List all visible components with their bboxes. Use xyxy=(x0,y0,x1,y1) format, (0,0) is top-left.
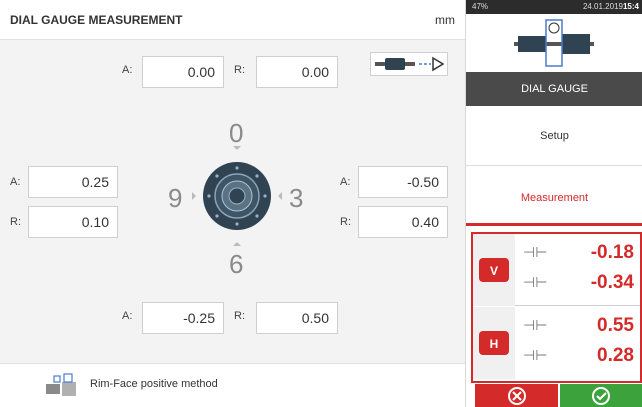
horizontal-offset: 0.28 xyxy=(597,345,634,366)
left-r-label: R: xyxy=(10,216,21,228)
method-label: Rim-Face positive method xyxy=(90,378,218,390)
close-icon xyxy=(508,387,526,405)
offset-icon: ⊣⊢ xyxy=(523,347,548,363)
top-r-label: R: xyxy=(234,64,245,76)
confirm-button[interactable] xyxy=(560,384,642,407)
right-r-value[interactable]: 0.40 xyxy=(358,206,448,238)
right-sidebar: 47% 24.01.201915:4 DIAL GAUGE Setup Meas… xyxy=(465,0,642,407)
top-r-value[interactable]: 0.00 xyxy=(256,56,338,88)
measurement-tab[interactable]: Measurement xyxy=(466,183,642,213)
setup-button[interactable]: Setup xyxy=(466,106,642,166)
position-3: 3 xyxy=(289,183,304,213)
dial-gauge-mode[interactable]: DIAL GAUGE xyxy=(466,72,642,106)
check-icon xyxy=(592,387,610,405)
angularity-icon: ⊣⊢ xyxy=(523,244,548,260)
svg-text:H: H xyxy=(490,337,499,351)
right-a-value[interactable]: -0.50 xyxy=(358,166,448,198)
battery-level: 47% xyxy=(472,2,489,11)
svg-text:V: V xyxy=(490,264,498,278)
left-a-value[interactable]: 0.25 xyxy=(28,166,118,198)
horizontal-result-row: H ⊣⊢ 0.55 ⊣⊢ 0.28 xyxy=(473,307,640,379)
page-title: DIAL GAUGE MEASUREMENT xyxy=(10,13,183,27)
bottom-r-label: R: xyxy=(234,310,245,322)
right-a-label: A: xyxy=(340,176,351,188)
status-time: 15:4 xyxy=(622,2,639,11)
method-footer[interactable]: Rim-Face positive method xyxy=(0,363,465,407)
panel-header: DIAL GAUGE MEASUREMENT mm xyxy=(0,0,465,40)
offset-icon: ⊣⊢ xyxy=(523,274,548,290)
coupling-graphic xyxy=(192,146,282,246)
position-0: 0 xyxy=(229,118,244,148)
vertical-view-icon: V xyxy=(473,234,515,306)
bottom-r-value[interactable]: 0.50 xyxy=(256,302,338,334)
machine-thumbnail[interactable] xyxy=(466,14,642,72)
vertical-angularity: -0.18 xyxy=(590,242,634,263)
bottom-a-label: A: xyxy=(122,310,133,322)
sensor-arrangement-icon[interactable] xyxy=(370,52,448,76)
cancel-button[interactable] xyxy=(475,384,559,407)
bottom-a-value[interactable]: -0.25 xyxy=(142,302,224,334)
right-r-label: R: xyxy=(340,216,351,228)
status-bar: 47% 24.01.201915:4 xyxy=(466,0,642,14)
left-a-label: A: xyxy=(10,176,21,188)
left-r-value[interactable]: 0.10 xyxy=(28,206,118,238)
rim-face-method-icon xyxy=(44,372,80,405)
results-panel[interactable]: V ⊣⊢ -0.18 ⊣⊢ -0.34 H ⊣⊢ 0.55 ⊣⊢ 0.28 xyxy=(471,232,642,383)
vertical-offset: -0.34 xyxy=(590,272,634,293)
position-6: 6 xyxy=(229,249,244,279)
horizontal-view-icon: H xyxy=(473,307,515,379)
angularity-icon: ⊣⊢ xyxy=(523,317,548,333)
unit-label: mm xyxy=(435,13,455,27)
top-a-value[interactable]: 0.00 xyxy=(142,56,224,88)
measurement-active-indicator xyxy=(466,223,642,226)
horizontal-angularity: 0.55 xyxy=(597,315,634,336)
top-a-label: A: xyxy=(122,64,133,76)
measurement-panel: DIAL GAUGE MEASUREMENT mm A: 0.00 R: 0.0… xyxy=(0,0,465,407)
position-9: 9 xyxy=(168,183,183,213)
status-date: 24.01.2019 xyxy=(582,2,623,11)
vertical-result-row: V ⊣⊢ -0.18 ⊣⊢ -0.34 xyxy=(473,234,640,306)
